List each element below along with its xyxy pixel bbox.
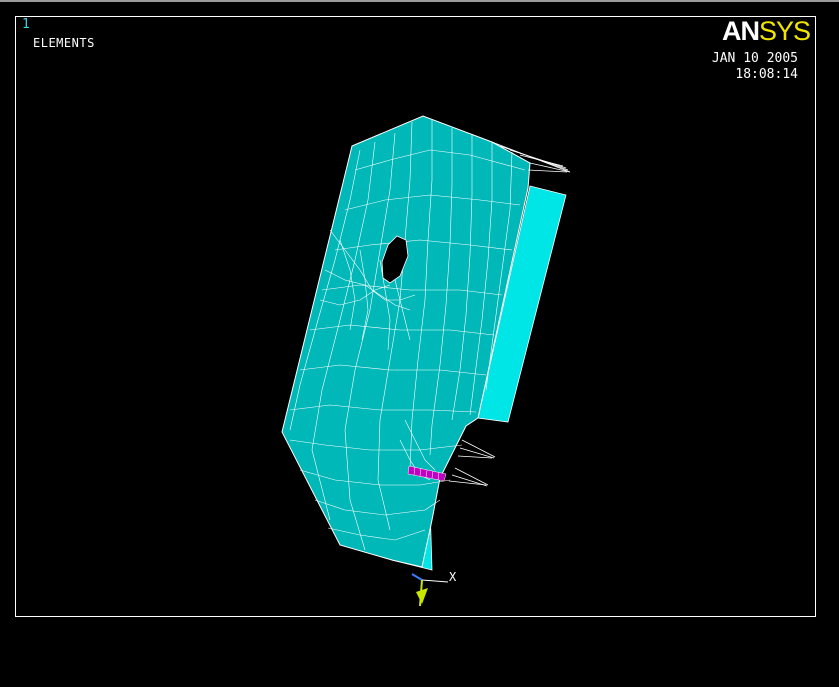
triad-x-label: X bbox=[449, 570, 457, 584]
coordinate-triad-icon bbox=[411, 573, 449, 607]
finite-element-mesh-view[interactable] bbox=[0, 0, 839, 687]
plate-face bbox=[281, 115, 531, 568]
ansys-graphics-window: 1 ELEMENTS ANSYS JAN 10 2005 18:08:14 X bbox=[0, 0, 839, 687]
